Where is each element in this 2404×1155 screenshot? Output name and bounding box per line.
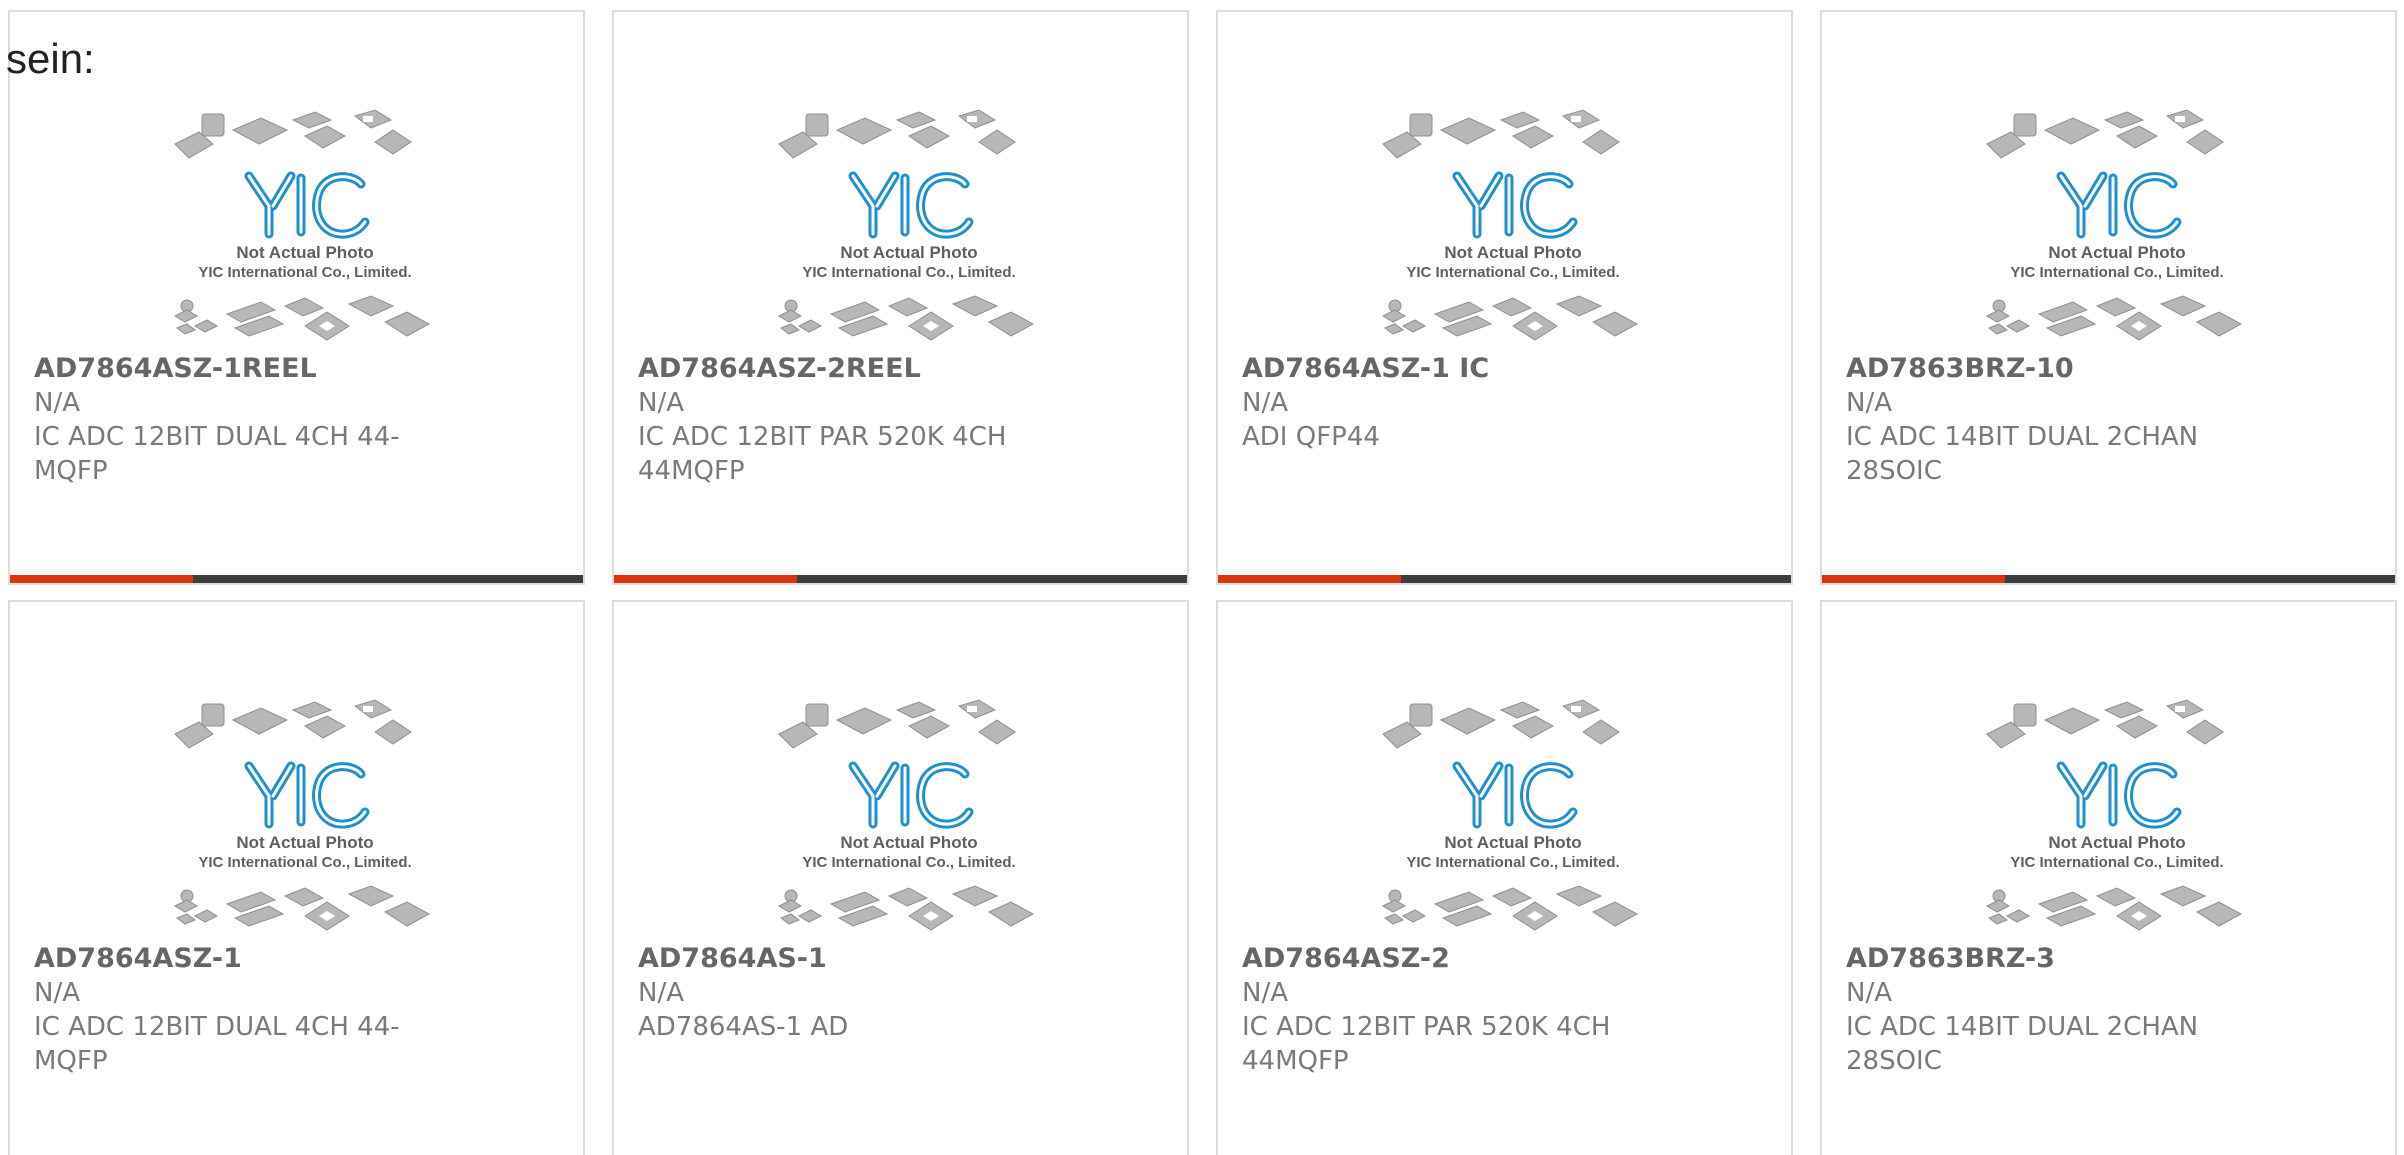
not-actual-photo-text: Not Actual Photo [1444,833,1581,852]
product-info: AD7863BRZ-10 N/A IC ADC 14BIT DUAL 2CHAN… [1846,352,2276,488]
yic-logo-icon [244,171,370,239]
card-accent-bar [1822,575,2005,583]
product-info: AD7864ASZ-1 IC N/A ADI QFP44 [1242,352,1672,454]
part-number[interactable]: AD7863BRZ-3 [1846,942,2276,976]
card-bottom-bar [1218,575,1791,583]
product-photo-placeholder: Not Actual Photo YIC International Co., … [173,109,431,341]
product-card[interactable]: Not Actual Photo YIC International Co., … [1820,600,2397,1155]
company-name-text: YIC International Co., Limited. [802,854,1015,871]
part-number[interactable]: AD7864ASZ-1REEL [34,352,464,386]
card-bottom-bar [10,575,583,583]
section-heading: sein: [6,35,95,82]
product-description: IC ADC 12BIT DUAL 4CH 44-MQFP [34,1012,400,1076]
yic-logo-icon [244,761,370,829]
not-actual-photo-text: Not Actual Photo [236,243,373,262]
product-description: IC ADC 12BIT PAR 520K 4CH 44MQFP [638,422,1007,486]
product-photo-placeholder: Not Actual Photo YIC International Co., … [1381,699,1639,931]
product-photo-placeholder: Not Actual Photo YIC International Co., … [1985,109,2243,341]
product-card[interactable]: Not Actual Photo YIC International Co., … [612,10,1189,585]
manufacturer: N/A [1846,978,1892,1008]
yic-logo-icon [848,171,974,239]
manufacturer: N/A [1242,978,1288,1008]
product-grid-page: sein: Not Actual Photo YIC International… [0,0,2404,1155]
not-actual-photo-text: Not Actual Photo [840,243,977,262]
product-photo-placeholder: Not Actual Photo YIC International Co., … [173,699,431,931]
product-card[interactable]: Not Actual Photo YIC International Co., … [8,10,585,585]
product-info: AD7864ASZ-2REEL N/A IC ADC 12BIT PAR 520… [638,352,1068,488]
product-info: AD7863BRZ-3 N/A IC ADC 14BIT DUAL 2CHAN … [1846,942,2276,1078]
product-photo-placeholder: Not Actual Photo YIC International Co., … [777,109,1035,341]
yic-logo-icon [1452,761,1578,829]
card-accent-bar [10,575,193,583]
yic-logo-icon [2056,761,2182,829]
company-name-text: YIC International Co., Limited. [2010,264,2223,281]
product-photo-placeholder: Not Actual Photo YIC International Co., … [1381,109,1639,341]
manufacturer: N/A [1846,388,1892,418]
part-number[interactable]: AD7864ASZ-2REEL [638,352,1068,386]
card-accent-bar [1218,575,1401,583]
not-actual-photo-text: Not Actual Photo [236,833,373,852]
product-description: IC ADC 12BIT PAR 520K 4CH 44MQFP [1242,1012,1611,1076]
product-card[interactable]: Not Actual Photo YIC International Co., … [1216,600,1793,1155]
product-description: ADI QFP44 [1242,422,1380,452]
card-bottom-bar [1822,575,2395,583]
not-actual-photo-text: Not Actual Photo [1444,243,1581,262]
product-card[interactable]: Not Actual Photo YIC International Co., … [1820,10,2397,585]
not-actual-photo-text: Not Actual Photo [2048,833,2185,852]
company-name-text: YIC International Co., Limited. [1406,854,1619,871]
product-info: AD7864ASZ-2 N/A IC ADC 12BIT PAR 520K 4C… [1242,942,1672,1078]
yic-logo-icon [1452,171,1578,239]
part-number[interactable]: AD7864ASZ-1 [34,942,464,976]
manufacturer: N/A [34,978,80,1008]
not-actual-photo-text: Not Actual Photo [840,833,977,852]
product-info: AD7864ASZ-1 N/A IC ADC 12BIT DUAL 4CH 44… [34,942,464,1078]
company-name-text: YIC International Co., Limited. [198,854,411,871]
card-accent-bar [614,575,797,583]
company-name-text: YIC International Co., Limited. [198,264,411,281]
product-card[interactable]: Not Actual Photo YIC International Co., … [1216,10,1793,585]
card-bottom-bar [614,575,1187,583]
manufacturer: N/A [638,388,684,418]
product-card[interactable]: Not Actual Photo YIC International Co., … [8,600,585,1155]
manufacturer: N/A [1242,388,1288,418]
company-name-text: YIC International Co., Limited. [2010,854,2223,871]
yic-logo-icon [848,761,974,829]
product-description: AD7864AS-1 AD [638,1012,849,1042]
product-description: IC ADC 12BIT DUAL 4CH 44-MQFP [34,422,400,486]
part-number[interactable]: AD7863BRZ-10 [1846,352,2276,386]
manufacturer: N/A [34,388,80,418]
product-info: AD7864ASZ-1REEL N/A IC ADC 12BIT DUAL 4C… [34,352,464,488]
part-number[interactable]: AD7864ASZ-2 [1242,942,1672,976]
company-name-text: YIC International Co., Limited. [802,264,1015,281]
product-card[interactable]: Not Actual Photo YIC International Co., … [612,600,1189,1155]
part-number[interactable]: AD7864AS-1 [638,942,1068,976]
manufacturer: N/A [638,978,684,1008]
product-photo-placeholder: Not Actual Photo YIC International Co., … [1985,699,2243,931]
product-description: IC ADC 14BIT DUAL 2CHAN 28SOIC [1846,1012,2199,1076]
product-photo-placeholder: Not Actual Photo YIC International Co., … [777,699,1035,931]
part-number[interactable]: AD7864ASZ-1 IC [1242,352,1672,386]
product-description: IC ADC 14BIT DUAL 2CHAN 28SOIC [1846,422,2199,486]
yic-logo-icon [2056,171,2182,239]
product-info: AD7864AS-1 N/A AD7864AS-1 AD [638,942,1068,1044]
company-name-text: YIC International Co., Limited. [1406,264,1619,281]
not-actual-photo-text: Not Actual Photo [2048,243,2185,262]
